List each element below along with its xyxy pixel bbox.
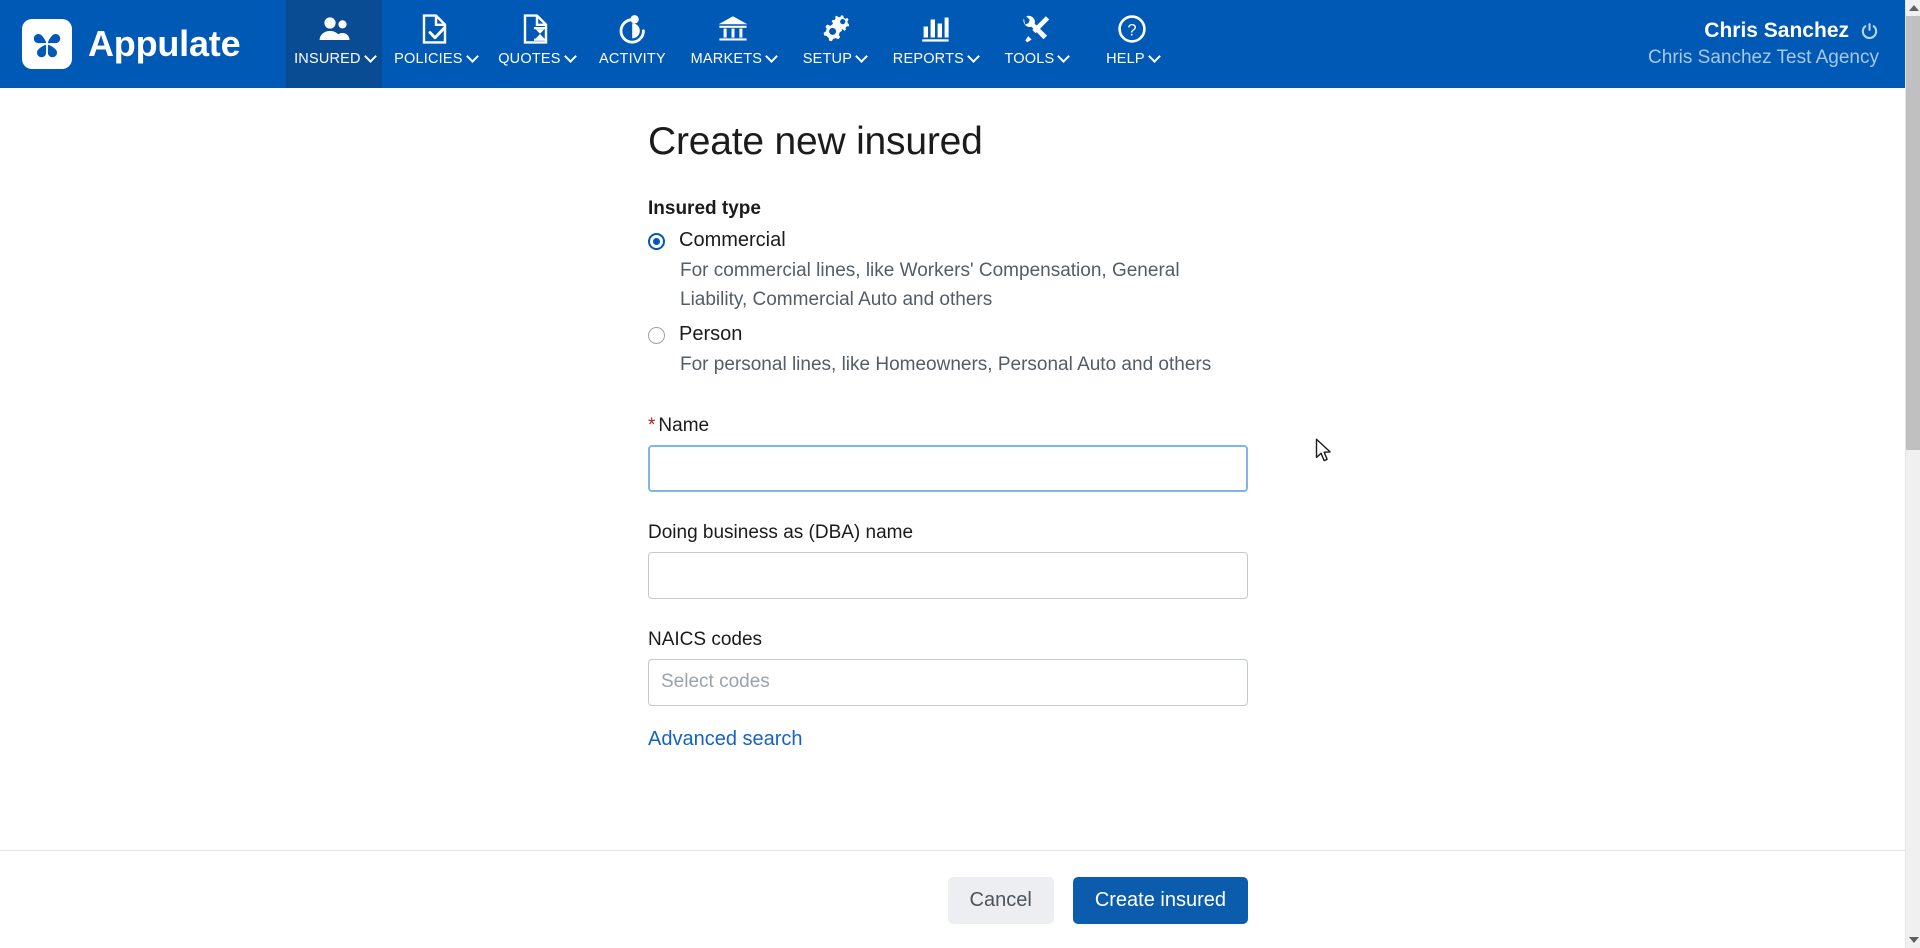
radio-option-person[interactable]: Person xyxy=(648,322,1248,347)
radio-option-commercial[interactable]: Commercial xyxy=(648,228,1248,253)
create-insured-form: Create new insured Insured type Commerci… xyxy=(648,88,1248,751)
nav-label-activity: ACTIVITY xyxy=(599,51,666,67)
cancel-button[interactable]: Cancel xyxy=(947,876,1054,924)
nav-item-insured[interactable]: INSURED xyxy=(286,0,383,88)
chevron-down-icon xyxy=(967,49,980,63)
chevron-down-icon xyxy=(563,49,577,63)
radio-label-commercial: Commercial xyxy=(679,229,786,251)
nav-text-policies: POLICIES xyxy=(394,51,463,67)
nav-label-help: HELP xyxy=(1106,49,1161,67)
radio-label-person: Person xyxy=(679,322,743,345)
nav-text-markets: MARKETS xyxy=(690,51,763,67)
nav-item-setup[interactable]: SETUP xyxy=(786,0,882,88)
stopwatch-icon xyxy=(617,12,647,46)
advanced-search-link[interactable]: Advanced search xyxy=(648,728,803,751)
page-scrollbar[interactable] xyxy=(1905,0,1920,948)
triangle-up-icon xyxy=(1908,5,1919,11)
nav-label-quotes: QUOTES xyxy=(498,49,577,67)
chevron-down-icon xyxy=(363,49,377,63)
triangle-down-icon xyxy=(1908,937,1919,943)
name-label-text: Name xyxy=(658,414,710,436)
scrollbar-thumb[interactable] xyxy=(1906,16,1920,450)
naics-field-label: NAICS codes xyxy=(648,628,763,650)
wrench-screwdriver-icon xyxy=(1021,12,1051,46)
insured-type-label: Insured type xyxy=(648,198,761,219)
name-field-label: * Name xyxy=(648,415,1248,437)
required-marker: * xyxy=(648,414,656,436)
nav-label-insured: INSURED xyxy=(294,49,377,67)
radio-button-person[interactable] xyxy=(648,326,665,344)
nav-label-setup: SETUP xyxy=(802,49,868,67)
nav-text-reports: REPORTS xyxy=(892,51,965,67)
app-window: Appulate INSURED POLICIES QUOTES ACTIVIT… xyxy=(0,0,1920,948)
page-title: Create new insured xyxy=(648,120,983,163)
nav-item-policies[interactable]: POLICIES xyxy=(382,0,488,88)
name-input[interactable] xyxy=(648,444,1248,492)
nav-item-quotes[interactable]: QUOTES xyxy=(488,0,584,88)
user-agency: Chris Sanchez Test Agency xyxy=(1648,47,1879,68)
user-account-block: Chris Sanchez Chris Sanchez Test Agency xyxy=(1648,0,1905,88)
scroll-up-arrow-icon[interactable] xyxy=(1906,0,1920,16)
form-footer: Cancel Create insured xyxy=(0,850,1905,948)
gears-icon xyxy=(819,12,850,46)
nav-item-help[interactable]: ? HELP xyxy=(1084,0,1180,88)
scroll-down-arrow-icon[interactable] xyxy=(1906,932,1920,948)
nav-label-tools: TOOLS xyxy=(1004,49,1071,67)
bar-chart-icon xyxy=(920,12,950,46)
question-circle-icon: ? xyxy=(1117,12,1147,46)
chevron-down-icon xyxy=(1147,49,1161,63)
nav-label-markets: MARKETS xyxy=(690,49,779,67)
nav-item-activity[interactable]: ACTIVITY xyxy=(584,0,680,88)
users-icon xyxy=(318,12,350,46)
nav-label-policies: POLICIES xyxy=(394,49,479,67)
bank-icon xyxy=(717,12,749,46)
top-navigation-bar: Appulate INSURED POLICIES QUOTES ACTIVIT… xyxy=(0,0,1905,88)
nav-item-markets[interactable]: MARKETS xyxy=(680,0,786,88)
nav-text-insured: INSURED xyxy=(294,51,361,67)
brand-name: Appulate xyxy=(88,23,241,64)
nav-text-setup: SETUP xyxy=(802,51,853,67)
nav-text-help: HELP xyxy=(1106,51,1145,67)
naics-input[interactable] xyxy=(648,658,1248,706)
user-name-row: Chris Sanchez xyxy=(1704,19,1879,43)
user-name[interactable]: Chris Sanchez xyxy=(1704,19,1849,43)
chevron-down-icon xyxy=(855,49,868,63)
nav-text-quotes: QUOTES xyxy=(498,51,561,67)
document-check-icon xyxy=(421,12,449,46)
chevron-down-icon xyxy=(765,49,779,63)
dba-input[interactable] xyxy=(648,551,1248,599)
nav-item-list: INSURED POLICIES QUOTES ACTIVITY MARKETS… xyxy=(286,0,1180,88)
nav-label-reports: REPORTS xyxy=(892,49,980,67)
radio-description-commercial: For commercial lines, like Workers' Comp… xyxy=(680,260,1180,311)
create-insured-button[interactable]: Create insured xyxy=(1072,876,1248,924)
radio-button-commercial[interactable] xyxy=(648,233,665,250)
nav-text-activity: ACTIVITY xyxy=(598,51,666,67)
brand-logo[interactable]: Appulate xyxy=(0,0,258,88)
main-content: Create new insured Insured type Commerci… xyxy=(0,88,1905,850)
clover-logo-icon xyxy=(22,19,72,69)
dba-field-label: Doing business as (DBA) name xyxy=(648,521,914,543)
nav-text-tools: TOOLS xyxy=(1004,51,1055,67)
nav-item-reports[interactable]: REPORTS xyxy=(882,0,988,88)
chevron-down-icon xyxy=(1057,49,1071,63)
chevron-down-icon xyxy=(465,49,479,63)
svg-text:?: ? xyxy=(1128,21,1137,39)
document-hourglass-icon xyxy=(522,12,550,46)
power-icon[interactable] xyxy=(1860,22,1879,41)
radio-description-person: For personal lines, like Homeowners, Per… xyxy=(680,353,1212,375)
footer-actions: Cancel Create insured xyxy=(648,851,1248,948)
nav-item-tools[interactable]: TOOLS xyxy=(988,0,1084,88)
